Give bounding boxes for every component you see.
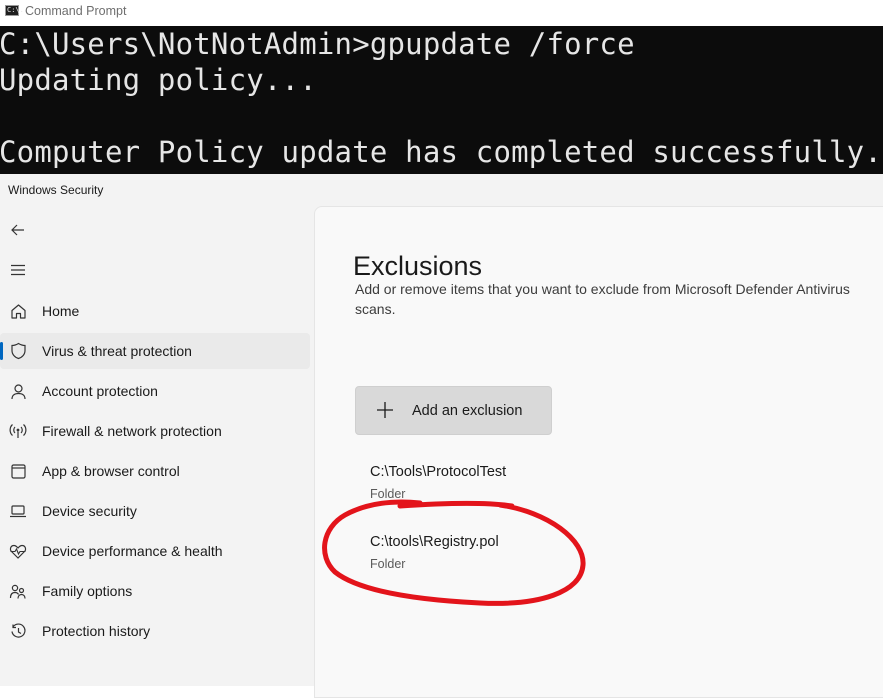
laptop-icon: [9, 502, 27, 520]
heart-pulse-icon: [9, 542, 27, 560]
add-exclusion-label: Add an exclusion: [412, 403, 523, 419]
menu-button[interactable]: [6, 258, 30, 282]
nav-label: Home: [42, 303, 80, 319]
person-icon: [9, 382, 27, 400]
history-icon: [9, 622, 27, 640]
cmd-line: C:\Users\NotNotAdmin>gpupdate /force: [0, 27, 635, 61]
back-button[interactable]: [6, 218, 30, 242]
page-description: Add or remove items that you want to exc…: [355, 281, 850, 317]
command-prompt-window: C:\. Command Prompt C:\Users\NotNotAdmin…: [0, 0, 883, 174]
window-title: Windows Security: [8, 183, 104, 197]
cmd-line: Computer Policy update has completed suc…: [0, 135, 882, 169]
back-arrow-icon: [11, 224, 24, 236]
nav-item-protection-history[interactable]: Protection history: [0, 613, 310, 649]
nav-label: Virus & threat protection: [42, 343, 192, 359]
cmd-window-title: Command Prompt: [25, 4, 127, 18]
selection-indicator: [0, 342, 3, 360]
nav-item-app-browser-control[interactable]: App & browser control: [0, 453, 310, 489]
shield-icon: [9, 342, 27, 360]
nav-label: Device security: [42, 503, 137, 519]
exclusion-item[interactable]: C:\tools\Registry.pol Folder: [370, 534, 670, 574]
exclusion-path: C:\tools\Registry.pol: [370, 534, 499, 550]
cmd-console[interactable]: C:\Users\NotNotAdmin>gpupdate /force Upd…: [0, 26, 883, 174]
page-title: Exclusions: [353, 251, 483, 282]
exclusion-item[interactable]: C:\Tools\ProtocolTest Folder: [370, 464, 670, 504]
wifi-antenna-icon: [9, 422, 27, 440]
exclusion-type: Folder: [370, 557, 406, 571]
nav-item-firewall-network-protection[interactable]: Firewall & network protection: [0, 413, 310, 449]
nav-item-account-protection[interactable]: Account protection: [0, 373, 310, 409]
cmd-app-icon: C:\.: [5, 5, 24, 16]
nav-label: Family options: [42, 583, 133, 599]
nav-item-device-security[interactable]: Device security: [0, 493, 310, 529]
plus-icon: [377, 402, 393, 418]
exclusion-type: Folder: [370, 487, 406, 501]
add-exclusion-button[interactable]: Add an exclusion: [355, 386, 552, 435]
nav-label: Device performance & health: [42, 543, 223, 559]
nav-label: Protection history: [42, 623, 151, 639]
nav-label: Account protection: [42, 383, 158, 399]
nav-item-home[interactable]: Home: [0, 293, 310, 329]
cmd-line: Updating policy...: [0, 63, 317, 97]
nav-item-device-performance-health[interactable]: Device performance & health: [0, 533, 310, 569]
hamburger-icon: [11, 264, 25, 276]
nav-label: App & browser control: [42, 463, 180, 479]
nav-item-family-options[interactable]: Family options: [0, 573, 310, 609]
windows-security-window: Windows Security Home Virus & threat pro…: [0, 174, 883, 698]
home-icon: [9, 302, 27, 320]
family-icon: [9, 582, 27, 600]
cmd-title-bar[interactable]: C:\. Command Prompt: [0, 0, 883, 26]
exclusion-path: C:\Tools\ProtocolTest: [370, 464, 507, 480]
app-window-icon: [9, 462, 27, 480]
nav-item-virus-threat-protection[interactable]: Virus & threat protection: [0, 333, 310, 369]
nav-label: Firewall & network protection: [42, 423, 222, 439]
exclusions-page: Exclusions Add or remove items that you …: [314, 206, 883, 698]
